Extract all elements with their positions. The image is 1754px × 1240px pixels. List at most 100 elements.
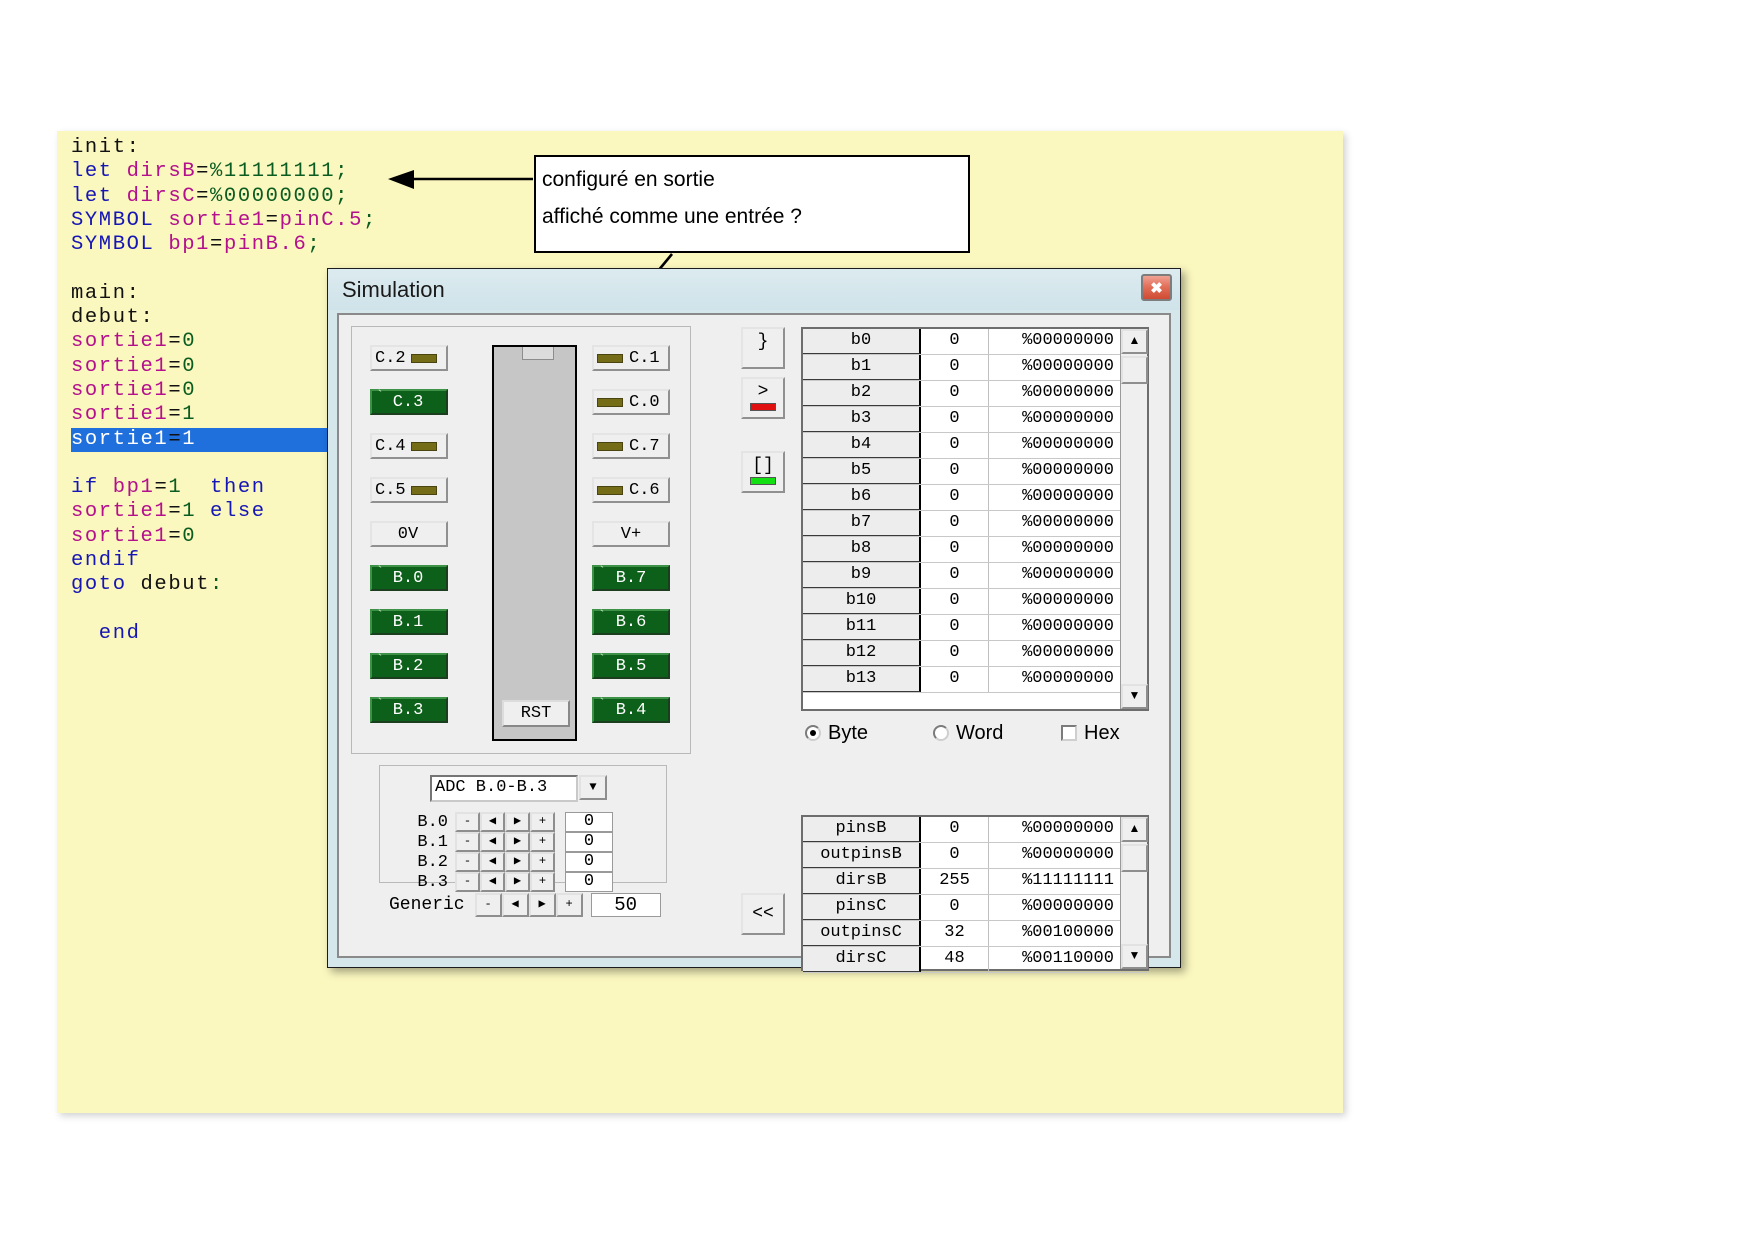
- code-line[interactable]: SYMBOL bp1=pinB.6;: [71, 233, 377, 257]
- variable-row[interactable]: b12 0 %00000000: [803, 641, 1147, 667]
- pin-b-7[interactable]: ` B.7: [592, 565, 670, 591]
- variable-row[interactable]: b7 0 %00000000: [803, 511, 1147, 537]
- adc-increment-button[interactable]: +: [530, 812, 555, 832]
- close-icon[interactable]: ✖: [1141, 274, 1172, 301]
- pins-grid[interactable]: pinsB 0 %00000000 outpinsB 0 %00000000 dirsB 25…: [801, 815, 1149, 973]
- variable-row[interactable]: b4 0 %00000000: [803, 433, 1147, 459]
- adc-increment-button[interactable]: +: [530, 832, 555, 852]
- variable-row[interactable]: b13 0 %00000000: [803, 667, 1147, 693]
- pin-register-row[interactable]: pinsC 0 %00000000: [803, 895, 1147, 921]
- adc-value[interactable]: 0: [565, 832, 613, 852]
- checkbox-hex-icon[interactable]: [1061, 725, 1077, 741]
- window-body: RST C.2 ` C.3 C.4 C.5 0V ` B.0 ` B.1 ` B.2 ` B.3 C.1 C…: [337, 313, 1171, 973]
- code-token: =: [210, 233, 224, 257]
- reset-button[interactable]: RST: [502, 700, 570, 727]
- adc-value[interactable]: 0: [565, 852, 613, 872]
- pins-scrollbar[interactable]: ▲ ▼: [1120, 817, 1148, 969]
- variable-row[interactable]: b6 0 %00000000: [803, 485, 1147, 511]
- generic-decrement-button[interactable]: -: [474, 893, 502, 917]
- adc-left-button[interactable]: ◀: [480, 872, 505, 892]
- scroll-down-icon[interactable]: ▼: [1121, 684, 1148, 709]
- pin-0v[interactable]: 0V: [370, 521, 448, 547]
- option-word[interactable]: Word: [933, 722, 1061, 745]
- pin-register-row[interactable]: outpinsC 32 %00100000: [803, 921, 1147, 947]
- code-line[interactable]: let dirsC=%00000000;: [71, 185, 377, 209]
- variable-row[interactable]: b0 0 %00000000: [803, 329, 1147, 355]
- collapse-button[interactable]: <<: [741, 893, 785, 935]
- pin-register-row[interactable]: dirsC 48 %00110000: [803, 947, 1147, 973]
- stop-button[interactable]: []: [741, 451, 785, 493]
- pin-c-0[interactable]: C.0: [592, 389, 670, 415]
- adc-increment-button[interactable]: +: [530, 852, 555, 872]
- scrollbar-thumb[interactable]: [1121, 356, 1148, 384]
- pin-c-6[interactable]: C.6: [592, 477, 670, 503]
- run-button[interactable]: >: [741, 377, 785, 419]
- pins-scrollbar-thumb[interactable]: [1121, 844, 1148, 872]
- variable-row[interactable]: b5 0 %00000000: [803, 459, 1147, 485]
- step-button[interactable]: }: [741, 327, 785, 369]
- pin-register-row[interactable]: dirsB 255 %11111111: [803, 869, 1147, 895]
- generic-right-button[interactable]: ▶: [528, 893, 556, 917]
- adc-select[interactable]: ADC B.0-B.3 ▼: [430, 775, 607, 802]
- variable-row[interactable]: b2 0 %00000000: [803, 381, 1147, 407]
- variable-row[interactable]: b9 0 %00000000: [803, 563, 1147, 589]
- radio-byte-icon[interactable]: [805, 725, 821, 741]
- pin-c-4[interactable]: C.4: [370, 433, 448, 459]
- window-titlebar[interactable]: Simulation ✖: [328, 269, 1180, 310]
- pin-c-5[interactable]: C.5: [370, 477, 448, 503]
- variable-row[interactable]: b10 0 %00000000: [803, 589, 1147, 615]
- code-token: :: [210, 573, 224, 597]
- adc-decrement-button[interactable]: -: [455, 812, 480, 832]
- callout-line-2: affiché comme une entrée ?: [542, 205, 802, 228]
- pins-scroll-down-icon[interactable]: ▼: [1121, 944, 1148, 969]
- generic-increment-button[interactable]: +: [555, 893, 583, 917]
- adc-left-button[interactable]: ◀: [480, 832, 505, 852]
- pin-c-1[interactable]: C.1: [592, 345, 670, 371]
- variable-row[interactable]: b3 0 %00000000: [803, 407, 1147, 433]
- pin-b-5[interactable]: ` B.5: [592, 653, 670, 679]
- generic-left-button[interactable]: ◀: [501, 893, 529, 917]
- adc-value[interactable]: 0: [565, 812, 613, 832]
- chevron-down-icon[interactable]: ▼: [579, 775, 607, 800]
- pins-scroll-up-icon[interactable]: ▲: [1121, 817, 1148, 842]
- adc-decrement-button[interactable]: -: [455, 832, 480, 852]
- pin-b-1[interactable]: ` B.1: [370, 609, 448, 635]
- pin-b-2[interactable]: ` B.2: [370, 653, 448, 679]
- option-hex[interactable]: Hex: [1061, 722, 1120, 745]
- pin-b-6[interactable]: ` B.6: [592, 609, 670, 635]
- pin-register-row[interactable]: outpinsB 0 %00000000: [803, 843, 1147, 869]
- adc-increment-button[interactable]: +: [530, 872, 555, 892]
- variable-name: b3: [803, 407, 921, 432]
- code-line[interactable]: SYMBOL sortie1=pinC.5;: [71, 209, 377, 233]
- variables-scrollbar[interactable]: ▲ ▼: [1120, 329, 1148, 709]
- pin-register-row[interactable]: pinsB 0 %00000000: [803, 817, 1147, 843]
- adc-right-button[interactable]: ▶: [505, 852, 530, 872]
- adc-value[interactable]: 0: [565, 872, 613, 892]
- pin-c-3[interactable]: ` C.3: [370, 389, 448, 415]
- adc-right-button[interactable]: ▶: [505, 872, 530, 892]
- variable-row[interactable]: b8 0 %00000000: [803, 537, 1147, 563]
- pin-c-2[interactable]: C.2: [370, 345, 448, 371]
- adc-right-button[interactable]: ▶: [505, 832, 530, 852]
- pin-b-3[interactable]: ` B.3: [370, 697, 448, 723]
- adc-left-button[interactable]: ◀: [480, 812, 505, 832]
- option-byte[interactable]: Byte: [805, 722, 933, 745]
- adc-left-button[interactable]: ◀: [480, 852, 505, 872]
- scroll-up-icon[interactable]: ▲: [1121, 329, 1148, 354]
- pin-b-0[interactable]: ` B.0: [370, 565, 448, 591]
- code-token: 0: [182, 378, 197, 402]
- variable-row[interactable]: b11 0 %00000000: [803, 615, 1147, 641]
- pin-v+[interactable]: V+: [592, 521, 670, 547]
- adc-decrement-button[interactable]: -: [455, 852, 480, 872]
- code-line[interactable]: init:: [71, 136, 377, 160]
- pin-b-4[interactable]: ` B.4: [592, 697, 670, 723]
- pin-c-7[interactable]: C.7: [592, 433, 670, 459]
- adc-right-button[interactable]: ▶: [505, 812, 530, 832]
- radio-word-icon[interactable]: [933, 725, 949, 741]
- generic-value[interactable]: 50: [590, 893, 661, 917]
- variables-grid[interactable]: b0 0 %00000000 b1 0 %00000000 b2 0 %00000000 b3 0%…: [801, 327, 1149, 711]
- adc-decrement-button[interactable]: -: [455, 872, 480, 892]
- variable-row[interactable]: b1 0 %00000000: [803, 355, 1147, 381]
- code-line[interactable]: let dirsB=%11111111;: [71, 160, 377, 184]
